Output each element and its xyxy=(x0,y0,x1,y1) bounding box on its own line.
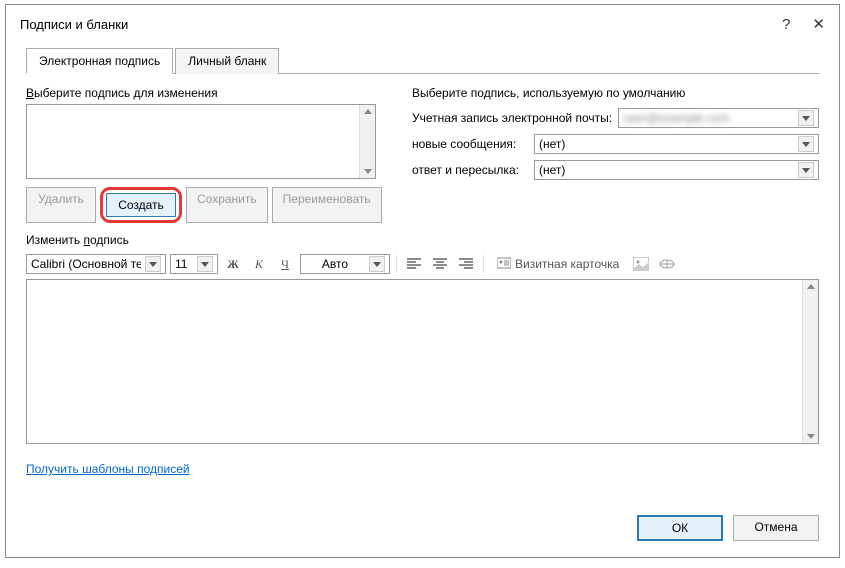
account-combo[interactable]: user@example.com xyxy=(618,108,819,128)
business-card-label: Визитная карточка xyxy=(515,257,619,271)
font-color-combo[interactable]: Авто xyxy=(300,254,390,274)
dialog-content: Электронная подпись Личный бланк Выберит… xyxy=(6,43,839,503)
align-right-button[interactable] xyxy=(455,253,477,275)
signature-buttons: Удалить Создать Сохранить Переименовать xyxy=(26,187,396,223)
chevron-down-icon xyxy=(798,136,814,152)
edit-signature-label: Изменить подпись xyxy=(26,233,819,247)
account-label: Учетная запись электронной почты: xyxy=(412,111,612,125)
business-card-icon xyxy=(497,257,511,272)
tab-bar: Электронная подпись Личный бланк xyxy=(26,47,819,74)
align-left-button[interactable] xyxy=(403,253,425,275)
business-card-button[interactable]: Визитная карточка xyxy=(490,254,626,275)
reply-forward-combo[interactable]: (нет) xyxy=(534,160,819,180)
window-controls: ? ✕ xyxy=(782,15,825,33)
align-center-button[interactable] xyxy=(429,253,451,275)
signature-editor[interactable] xyxy=(26,279,819,444)
select-signature-label: Выберите подпись для изменения xyxy=(26,86,396,100)
titlebar: Подписи и бланки ? ✕ xyxy=(6,5,839,43)
font-size-combo[interactable]: 11 xyxy=(170,254,218,274)
default-signature-heading: Выберите подпись, используемую по умолча… xyxy=(412,86,819,100)
delete-button[interactable]: Удалить xyxy=(26,187,96,223)
new-messages-label: новые сообщения: xyxy=(412,137,528,151)
chevron-down-icon xyxy=(197,256,213,272)
account-value: user@example.com xyxy=(623,111,794,125)
cancel-button[interactable]: Отмена xyxy=(733,515,819,541)
new-messages-value: (нет) xyxy=(539,137,794,151)
format-toolbar: Calibri (Основной те 11 Ж К Ч Авто Визит… xyxy=(26,253,819,275)
create-button-highlight: Создать xyxy=(100,187,182,223)
left-panel: Выберите подпись для изменения Удалить С… xyxy=(26,86,396,223)
dialog-footer: ОК Отмена xyxy=(6,503,839,557)
reply-forward-label: ответ и пересылка: xyxy=(412,163,528,177)
insert-image-button[interactable] xyxy=(630,253,652,275)
rename-button[interactable]: Переименовать xyxy=(272,187,382,223)
editor-scrollbar[interactable] xyxy=(802,280,818,443)
italic-button[interactable]: К xyxy=(248,253,270,275)
templates-link[interactable]: Получить шаблоны подписей xyxy=(26,462,819,476)
underline-button[interactable]: Ч xyxy=(274,253,296,275)
dialog-title: Подписи и бланки xyxy=(20,17,128,32)
chevron-down-icon xyxy=(798,162,814,178)
create-button[interactable]: Создать xyxy=(106,193,176,217)
signature-listbox[interactable] xyxy=(26,104,376,179)
font-combo[interactable]: Calibri (Основной те xyxy=(26,254,166,274)
insert-link-button[interactable] xyxy=(656,253,678,275)
bold-button[interactable]: Ж xyxy=(222,253,244,275)
save-button[interactable]: Сохранить xyxy=(186,187,268,223)
right-panel: Выберите подпись, используемую по умолча… xyxy=(412,86,819,223)
tab-signature[interactable]: Электронная подпись xyxy=(26,48,173,74)
separator xyxy=(396,255,397,273)
listbox-scrollbar[interactable] xyxy=(359,105,375,178)
separator xyxy=(483,255,484,273)
close-icon[interactable]: ✕ xyxy=(812,15,825,33)
signatures-dialog: Подписи и бланки ? ✕ Электронная подпись… xyxy=(5,4,840,558)
reply-forward-value: (нет) xyxy=(539,163,794,177)
tab-stationery[interactable]: Личный бланк xyxy=(175,48,279,74)
help-icon[interactable]: ? xyxy=(782,16,790,33)
ok-button[interactable]: ОК xyxy=(637,515,723,541)
chevron-down-icon xyxy=(798,110,814,126)
chevron-down-icon xyxy=(369,256,385,272)
chevron-down-icon xyxy=(145,256,161,272)
new-messages-combo[interactable]: (нет) xyxy=(534,134,819,154)
